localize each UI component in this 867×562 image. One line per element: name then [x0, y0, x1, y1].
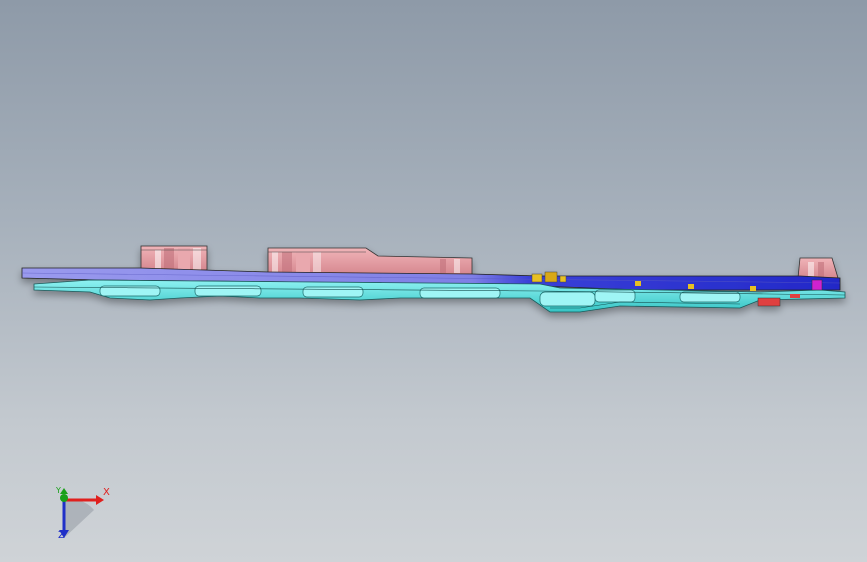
assembly[interactable]	[21, 245, 846, 313]
x-axis-label: X	[103, 487, 110, 498]
y-axis-label: Y	[56, 486, 61, 495]
graphics-viewport[interactable]: X Y Z	[0, 0, 867, 562]
center-block[interactable]	[267, 247, 473, 275]
cad-model[interactable]	[0, 0, 867, 562]
y-axis-dot	[60, 494, 68, 502]
z-axis-label: Z	[58, 530, 65, 541]
right-block[interactable]	[797, 257, 839, 279]
left-block[interactable]	[140, 245, 208, 271]
triad-shadow	[64, 499, 94, 538]
